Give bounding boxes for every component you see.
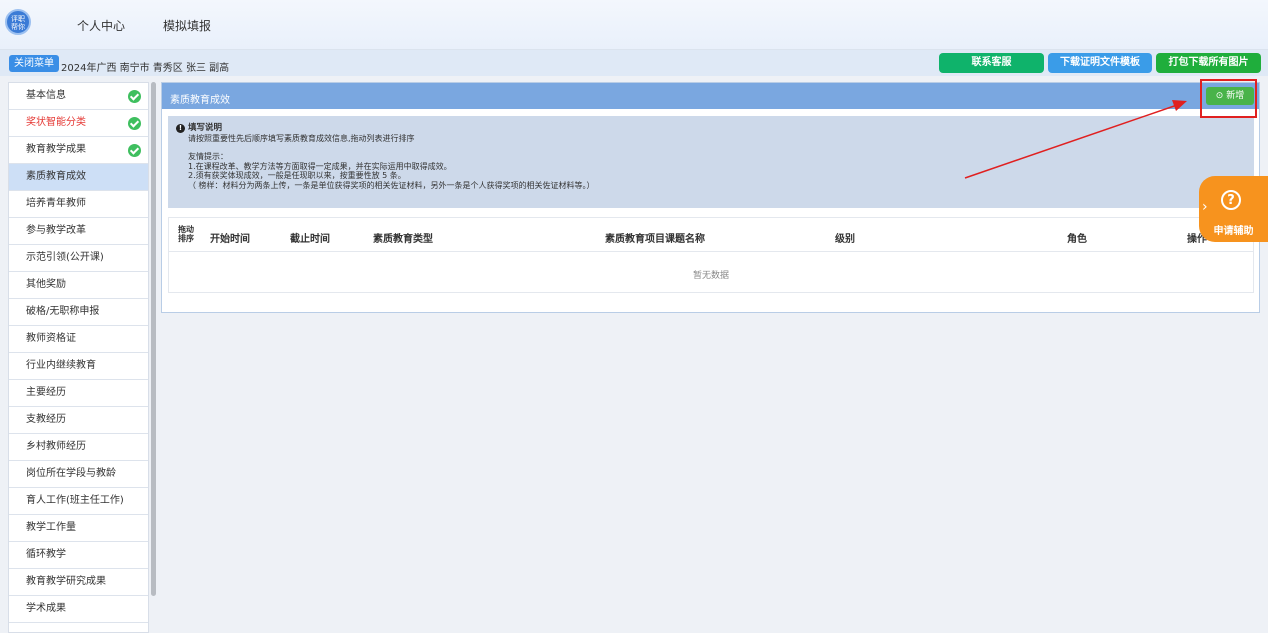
sidebar-item[interactable]: 示范引领(公开课): [9, 245, 148, 272]
sidebar-item[interactable]: 基本信息: [9, 83, 148, 110]
sidebar-scrollbar[interactable]: [151, 82, 156, 596]
col-drag-sort-line2: 排序: [178, 234, 194, 243]
download-template-button[interactable]: 下载证明文件模板: [1048, 53, 1152, 73]
highlight-box: [1200, 79, 1257, 118]
info-icon: !: [176, 124, 185, 133]
main-panel: 素质教育成效 ⊙ 新增 ! 填写说明 请按照重要性先后顺序填写素质教育成效信息,拖…: [161, 82, 1260, 313]
sidebar-item-label: 支教经历: [26, 414, 66, 425]
sidebar-item[interactable]: 教师资格证: [9, 326, 148, 353]
sidebar-item[interactable]: 教育教学成果: [9, 137, 148, 164]
sidebar-item[interactable]: 教学工作量: [9, 515, 148, 542]
instructions-title: 填写说明: [188, 123, 223, 133]
sidebar-item[interactable]: 育人工作(班主任工作): [9, 488, 148, 515]
top-nav: 评职 帮你 个人中心 模拟填报: [0, 0, 1268, 50]
sidebar-item[interactable]: 参与教学改革: [9, 218, 148, 245]
sidebar-item[interactable]: 支教经历: [9, 407, 148, 434]
sidebar-item[interactable]: 岗位所在学段与教龄: [9, 461, 148, 488]
col-drag-sort-line1: 拖动: [178, 225, 194, 234]
col-drag-sort: 拖动 排序: [178, 225, 194, 243]
sidebar-item-label: 学术成果: [26, 603, 66, 614]
sidebar-item-label: 奖状智能分类: [26, 117, 86, 128]
sidebar-item[interactable]: 主要经历: [9, 380, 148, 407]
sidebar-item[interactable]: 循环教学: [9, 542, 148, 569]
sidebar-item[interactable]: 其他奖励: [9, 272, 148, 299]
close-menu-button[interactable]: 关闭菜单: [9, 55, 59, 72]
sidebar-item-label: 循环教学: [26, 549, 66, 560]
tip-3: （ 榜样：材料分为两条上传，一条是单位获得奖项的相关佐证材料，另外一条是个人获得…: [188, 180, 595, 190]
sidebar-item[interactable]: 素质教育成效: [9, 164, 148, 191]
sidebar-item-label: 示范引领(公开课): [26, 252, 104, 263]
sidebar-item-label: 岗位所在学段与教龄: [26, 468, 116, 479]
table-header: 拖动 排序 开始时间 截止时间 素质教育类型 素质教育项目课题名称 级别 角色 操…: [169, 218, 1253, 252]
sidebar: 基本信息奖状智能分类 教育教学成果 素质教育成效 培养青年教师 参与教学改革示范引领(公…: [8, 82, 149, 633]
sidebar-item-label: 素质教育成效: [26, 171, 86, 182]
sidebar-item-label: 教学工作量: [26, 522, 76, 533]
sidebar-item[interactable]: 教育教学研究成果: [9, 569, 148, 596]
panel-header: 素质教育成效 ⊙ 新增: [162, 83, 1259, 109]
col-end-time: 截止时间: [290, 234, 330, 245]
tip-1: 1.在课程改革、教学方法等方面取得一定成果，并在实际运用中取得成效。: [188, 161, 452, 171]
sidebar-item[interactable]: 培养青年教师: [9, 191, 148, 218]
chevron-right-icon: ›: [1202, 199, 1208, 215]
sidebar-item-label: 培养青年教师: [26, 198, 86, 209]
nav-personal-center[interactable]: 个人中心: [77, 17, 125, 34]
contact-service-button[interactable]: 联系客服: [939, 53, 1044, 73]
breadcrumb: 2024年广西 南宁市 青秀区 张三 副高: [61, 63, 230, 74]
question-icon: ?: [1221, 190, 1241, 210]
check-icon: [128, 90, 141, 103]
sidebar-item[interactable]: 学术成果: [9, 596, 148, 623]
empty-state: 暂无数据: [692, 271, 729, 281]
tip-2: 2.须有获奖体现成效，一般是任现职以来，按重要性放 5 条。: [188, 171, 406, 180]
logo[interactable]: 评职 帮你: [5, 9, 31, 35]
col-project-name: 素质教育项目课题名称: [605, 234, 705, 245]
nav-simulate-fill[interactable]: 模拟填报: [163, 17, 211, 34]
col-level: 级别: [835, 234, 855, 245]
col-type: 素质教育类型: [373, 234, 433, 245]
sidebar-item-label: 破格/无职称申报: [26, 306, 100, 317]
sidebar-item-label: 主要经历: [26, 387, 66, 398]
panel-title: 素质教育成效: [170, 95, 230, 106]
logo-text-1: 评职: [11, 15, 25, 23]
check-icon: [128, 144, 141, 157]
sidebar-item[interactable]: 行业内继续教育: [9, 353, 148, 380]
sidebar-item-label: 参与教学改革: [26, 225, 86, 236]
sub-bar: 关闭菜单 2024年广西 南宁市 青秀区 张三 副高 联系客服 下载证明文件模板…: [0, 50, 1268, 76]
help-assist-button[interactable]: › ? 申请辅助: [1199, 176, 1268, 242]
instructions-box: ! 填写说明 请按照重要性先后顺序填写素质教育成效信息,拖动列表进行排序 友情提示…: [168, 116, 1254, 208]
sidebar-item-label: 行业内继续教育: [26, 360, 96, 371]
sidebar-item-label: 乡村教师经历: [26, 441, 86, 452]
sidebar-item-label: 育人工作(班主任工作): [26, 495, 124, 506]
help-label: 申请辅助: [1213, 226, 1254, 237]
download-all-images-button[interactable]: 打包下载所有图片: [1156, 53, 1261, 73]
sidebar-item-label: 教师资格证: [26, 333, 76, 344]
instructions-line: 请按照重要性先后顺序填写素质教育成效信息,拖动列表进行排序: [188, 133, 415, 143]
sidebar-item[interactable]: 破格/无职称申报: [9, 299, 148, 326]
sidebar-item[interactable]: 乡村教师经历: [9, 434, 148, 461]
col-role: 角色: [1067, 234, 1087, 245]
sidebar-item-label: 其他奖励: [26, 279, 66, 290]
data-table: 拖动 排序 开始时间 截止时间 素质教育类型 素质教育项目课题名称 级别 角色 操…: [168, 217, 1254, 293]
check-icon: [128, 117, 141, 130]
col-start-time: 开始时间: [210, 234, 250, 245]
sidebar-item-label: 基本信息: [26, 90, 66, 101]
sidebar-item-label: 教育教学成果: [26, 144, 86, 155]
logo-text-2: 帮你: [11, 23, 25, 31]
sidebar-item[interactable]: 奖状智能分类: [9, 110, 148, 137]
sidebar-item-label: 教育教学研究成果: [26, 576, 106, 587]
tips-title: 友情提示：: [188, 152, 228, 161]
